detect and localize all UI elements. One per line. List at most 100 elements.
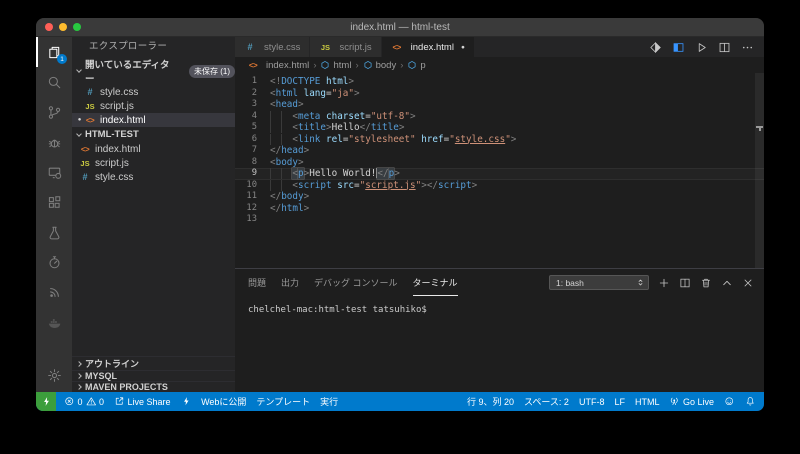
manage-activity-icon[interactable] [36, 360, 72, 390]
kill-terminal-button[interactable] [700, 277, 712, 289]
split-terminal-button[interactable] [679, 277, 691, 289]
close-window-button[interactable] [45, 23, 53, 31]
code-token: > [394, 168, 400, 179]
zoom-window-button[interactable] [73, 23, 81, 31]
debug-activity-icon[interactable] [36, 127, 72, 157]
code-line: 11</body> [235, 191, 764, 203]
remote-indicator[interactable] [36, 392, 56, 411]
more-actions-button[interactable] [741, 41, 754, 54]
docker-activity-icon[interactable] [36, 307, 72, 337]
remote-explorer-activity-icon[interactable] [36, 157, 72, 187]
line-number: 12 [235, 203, 257, 215]
open-editor-item[interactable]: JSscript.js [72, 99, 235, 113]
go-live-status[interactable]: Go Live [669, 396, 714, 407]
window-title: index.html — html-test [350, 22, 449, 33]
line-content: <head> [270, 99, 304, 111]
code-line: 8<body> [235, 157, 764, 169]
code-token: </ [270, 191, 281, 202]
code-editor[interactable]: 1<!DOCTYPE html>2<html lang="ja">3<head>… [235, 73, 764, 268]
run-status[interactable]: 実行 [320, 395, 338, 408]
code-token: script [298, 180, 332, 191]
live-share-label: Live Share [128, 397, 171, 407]
panel-tab-出力[interactable]: 出力 [281, 269, 299, 296]
code-token: > [511, 134, 517, 145]
panel-tabs: 問題出力デバッグ コンソールターミナル [248, 269, 473, 296]
editor-scrollbar[interactable] [755, 73, 764, 268]
code-token [270, 168, 281, 179]
explorer-sidebar: エクスプローラー 開いているエディター 未保存 (1) #style.cssJS… [72, 37, 235, 392]
tab-script.js[interactable]: JSscript.js [310, 37, 381, 57]
open-editor-item[interactable]: # style.css [72, 85, 235, 99]
terminal-output[interactable]: chelchel-mac:html-test tatsuhiko$ [235, 296, 764, 392]
cursor-position-status[interactable]: 行 9、列 20 [467, 395, 514, 408]
publish-web-status[interactable]: Webに公開 [201, 395, 246, 408]
open-editors-header[interactable]: 開いているエディター 未保存 (1) [72, 57, 235, 85]
notifications-status[interactable] [745, 396, 756, 407]
code-token: > [298, 99, 304, 110]
run-button[interactable] [695, 41, 708, 54]
js-file-icon: JS [79, 159, 91, 168]
panel-tab-デバッグ コンソール[interactable]: デバッグ コンソール [314, 269, 398, 296]
tree-item[interactable]: #style.css [72, 170, 235, 184]
code-token: style.css [455, 134, 505, 145]
deploy-status[interactable] [181, 396, 192, 407]
feed-activity-icon[interactable] [36, 277, 72, 307]
sidebar-section-MYSQL[interactable]: MYSQL [72, 370, 235, 381]
preview-diamond-button[interactable] [649, 41, 662, 54]
title-bar[interactable]: index.html — html-test [36, 18, 764, 37]
split-editor-button[interactable] [718, 41, 731, 54]
eol-status[interactable]: LF [614, 397, 625, 407]
breadcrumb-label: html [333, 60, 351, 71]
source-control-activity-icon[interactable] [36, 97, 72, 127]
sidebar-section-MAVEN PROJECTS[interactable]: MAVEN PROJECTS [72, 381, 235, 392]
extensions-activity-icon[interactable] [36, 187, 72, 217]
tab-style.css[interactable]: #style.css [235, 37, 310, 57]
minimize-window-button[interactable] [59, 23, 67, 31]
html-file-icon: <> [247, 61, 259, 70]
extensions-icon [47, 195, 62, 210]
live-share-status[interactable]: Live Share [114, 396, 171, 407]
timer-activity-icon[interactable] [36, 247, 72, 277]
open-editor-item[interactable]: ●<>index.html [72, 113, 235, 127]
sidebar-section-アウトライン[interactable]: アウトライン [72, 356, 235, 370]
panel-tab-問題[interactable]: 問題 [248, 269, 266, 296]
file-label: style.css [100, 87, 138, 98]
close-panel-button[interactable] [742, 277, 754, 289]
breadcrumb-item[interactable]: body [363, 60, 397, 71]
line-content: <meta charset="utf-8"> [270, 111, 416, 123]
tree-item[interactable]: JSscript.js [72, 156, 235, 170]
chevron-right-icon [76, 384, 82, 390]
tree-item[interactable]: <>index.html [72, 142, 235, 156]
run-label: 実行 [320, 395, 338, 408]
code-line: 10 <script src="script.js"></script> [235, 180, 764, 192]
code-line: 13 [235, 214, 764, 226]
css-file-icon: # [84, 87, 96, 97]
maximize-panel-button[interactable] [721, 277, 733, 289]
search-activity-icon[interactable] [36, 67, 72, 97]
test-explorer-activity-icon[interactable] [36, 217, 72, 247]
shell-selector-value: 1: bash [556, 278, 584, 288]
tab-index.html[interactable]: <>index.html● [382, 37, 475, 57]
panel-tab-ターミナル[interactable]: ターミナル [413, 269, 458, 296]
breadcrumb-label: index.html [266, 60, 309, 71]
folder-header[interactable]: HTML-TEST [72, 127, 235, 142]
problems-status[interactable]: 0 0 [64, 396, 104, 407]
shell-selector[interactable]: 1: bash [549, 275, 649, 290]
template-status[interactable]: テンプレート [256, 395, 310, 408]
indentation-status[interactable]: スペース: 2 [524, 395, 569, 408]
terminal-prompt: chelchel-mac:html-test tatsuhiko$ [248, 305, 427, 315]
language-mode-status[interactable]: HTML [635, 397, 660, 407]
code-token: > [348, 76, 354, 87]
code-token: script.js [365, 180, 415, 191]
breadcrumb-item[interactable]: <> index.html [247, 60, 309, 71]
tab-label: script.js [339, 42, 371, 53]
line-content: </head> [270, 145, 309, 157]
code-token: "utf-8" [371, 111, 410, 122]
explorer-activity-icon[interactable]: 1 [36, 37, 72, 67]
feedback-status[interactable] [724, 396, 735, 407]
open-preview-button[interactable] [672, 41, 685, 54]
breadcrumb-item[interactable]: p [407, 60, 425, 71]
new-terminal-button[interactable] [658, 277, 670, 289]
encoding-status[interactable]: UTF-8 [579, 397, 605, 407]
breadcrumb-item[interactable]: html [320, 60, 351, 71]
